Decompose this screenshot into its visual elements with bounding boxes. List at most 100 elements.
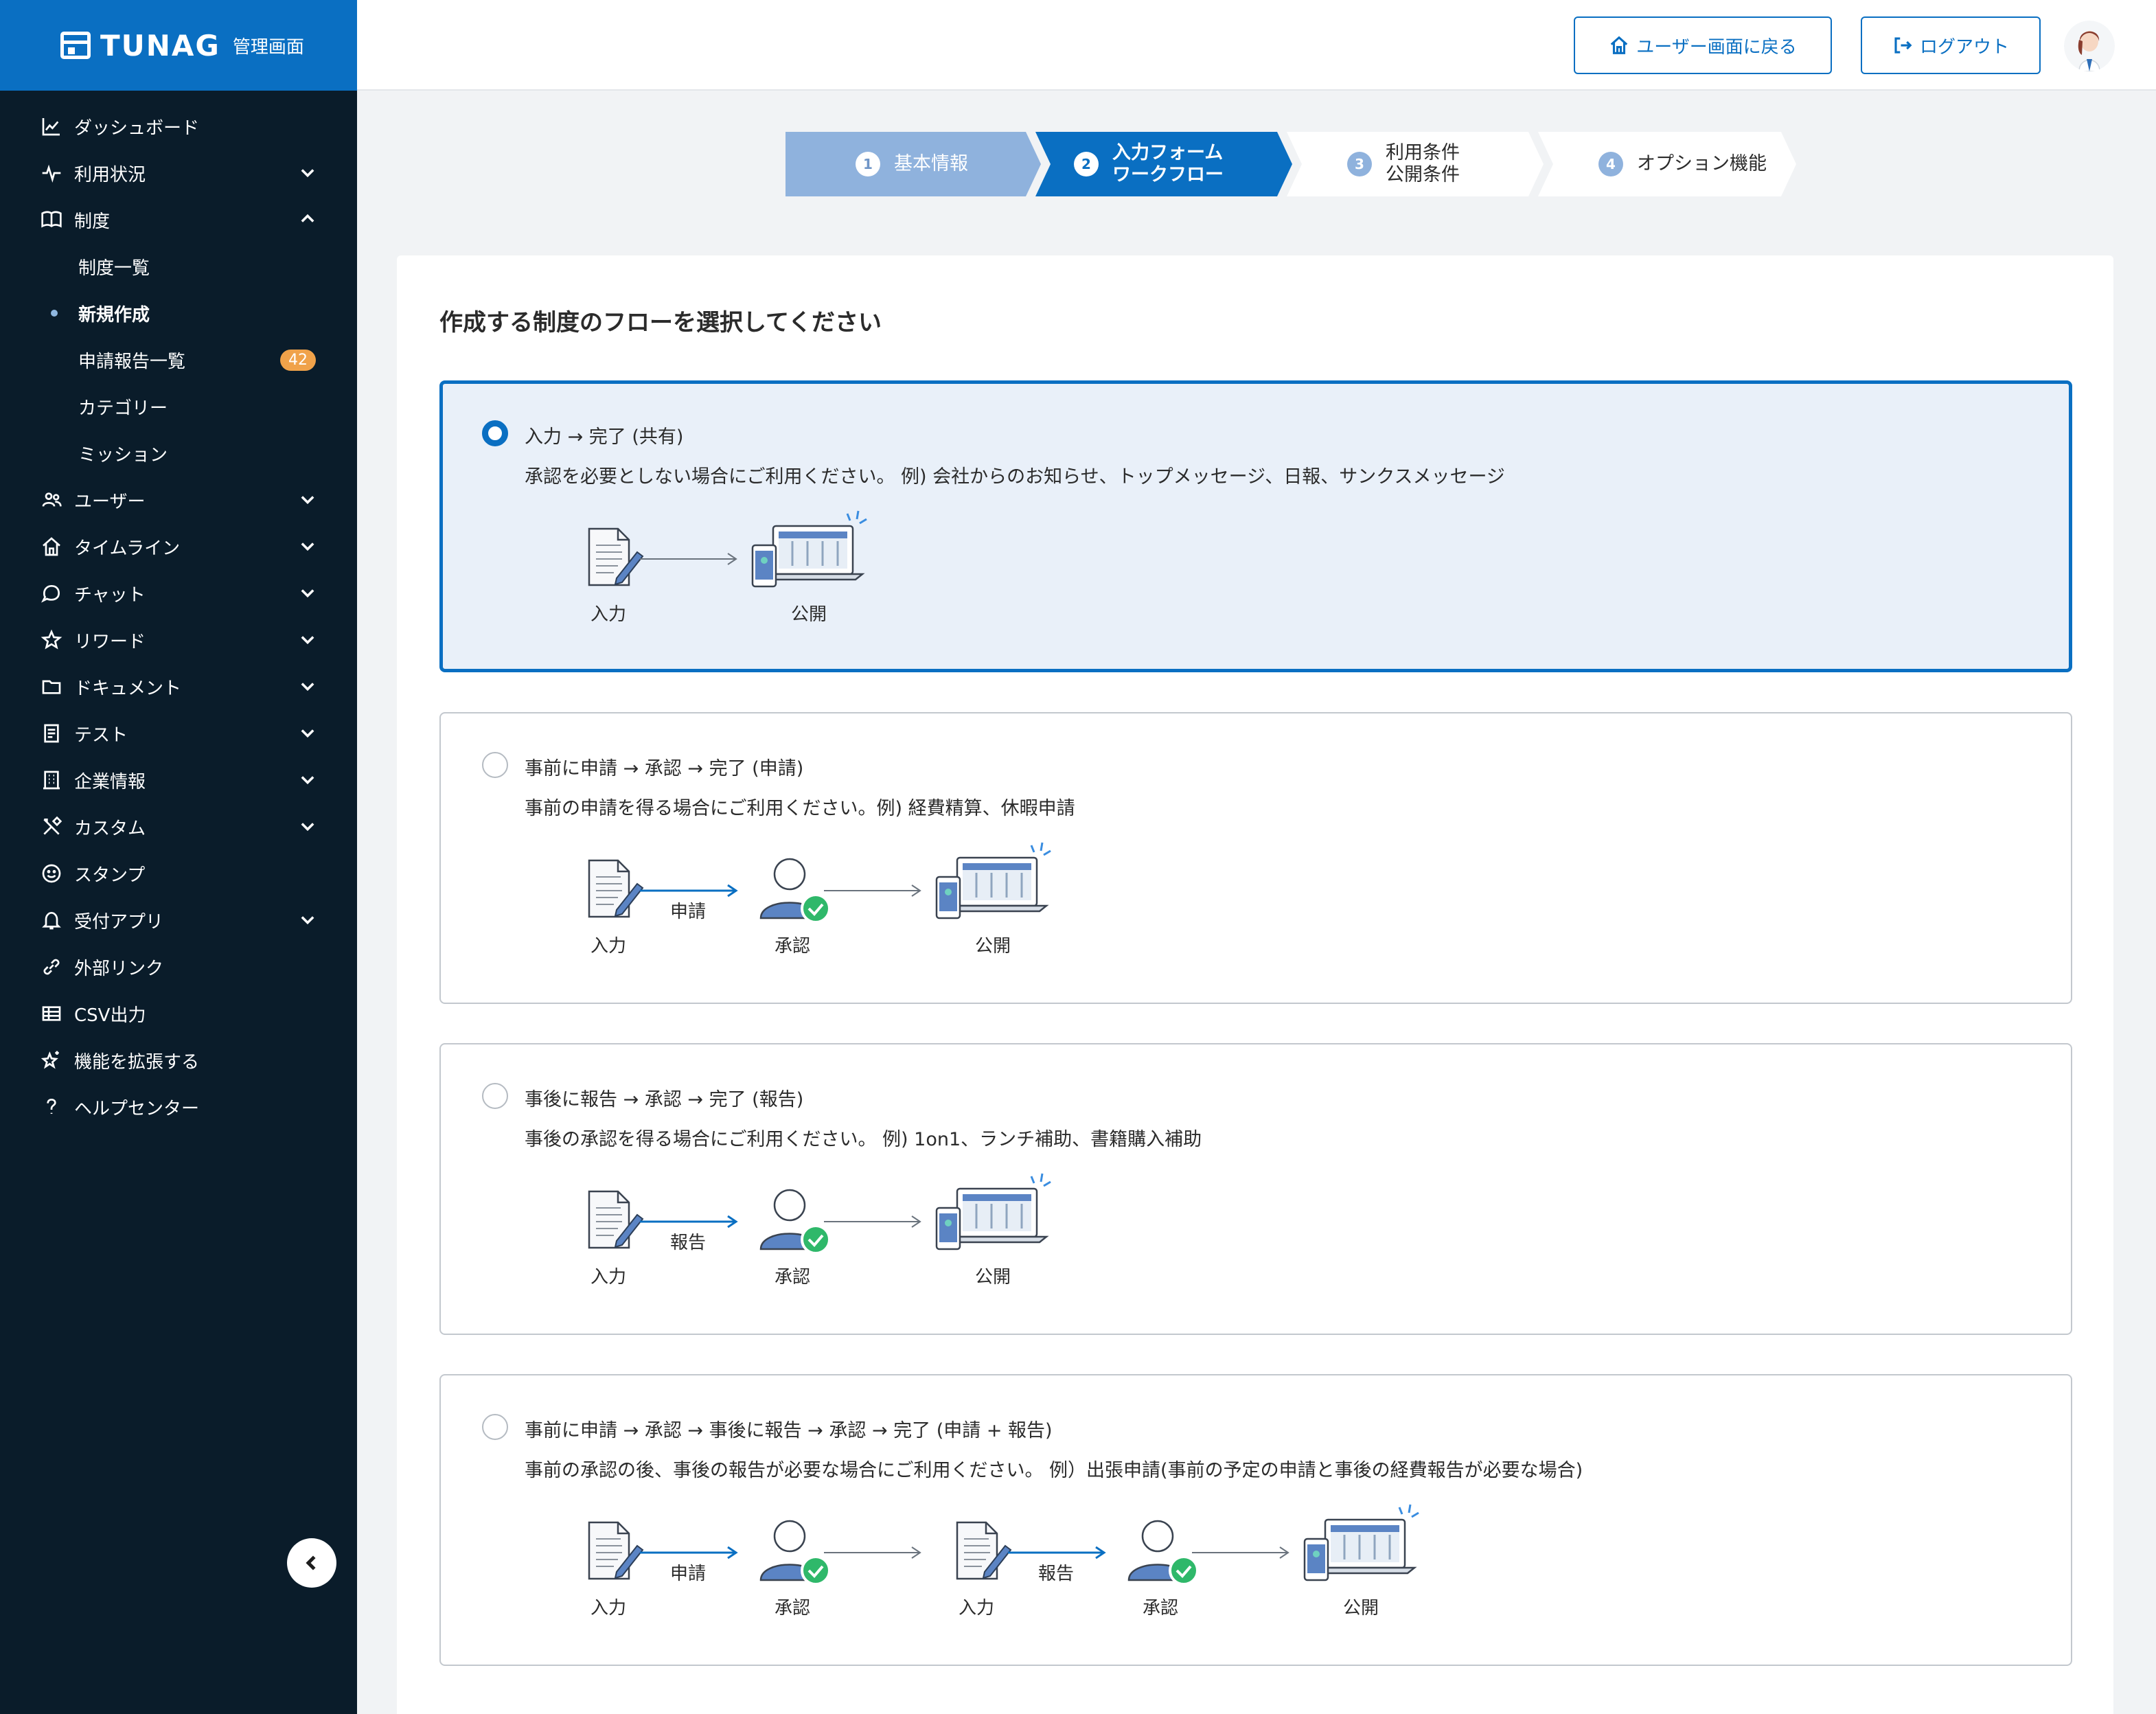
publish-devices-icon xyxy=(1303,1504,1419,1581)
flow-arrow xyxy=(640,553,737,565)
bell-icon xyxy=(40,909,63,932)
sidebar-item-label: テスト xyxy=(74,724,128,746)
link-icon xyxy=(40,955,63,979)
sidebar-item-4[interactable]: タイムライン xyxy=(0,523,357,570)
approver-check-icon xyxy=(1127,1520,1199,1586)
chevron-down-icon[interactable] xyxy=(298,723,319,744)
chevron-down-icon[interactable] xyxy=(298,490,319,510)
book-icon xyxy=(40,208,63,231)
tools-icon xyxy=(40,815,63,838)
brand-subtitle: 管理画面 xyxy=(232,36,304,58)
step-number: 2 xyxy=(1074,152,1099,176)
sidebar-item-label: タイムライン xyxy=(74,538,181,559)
checklist-icon xyxy=(40,722,63,745)
chevron-down-icon[interactable] xyxy=(298,583,319,604)
sidebar-subitem-2[interactable]: 申請報告一覧 42 xyxy=(0,336,357,383)
flow-arrow-blue xyxy=(1008,1546,1106,1559)
approver-check-icon xyxy=(759,858,831,924)
sidebar-item-2[interactable]: 制度 xyxy=(0,196,357,243)
document-edit-icon xyxy=(588,527,644,586)
sidebar-item-9[interactable]: 企業情報 xyxy=(0,757,357,803)
sidebar-item-7[interactable]: ドキュメント xyxy=(0,663,357,710)
step-number: 4 xyxy=(1598,152,1623,176)
chevron-down-icon[interactable] xyxy=(298,630,319,650)
publish-devices-icon xyxy=(935,1173,1051,1250)
sidebar-item-0[interactable]: ダッシュボード xyxy=(0,103,357,150)
flow-option-1[interactable]: 入力 → 完了 (共有) 承認を必要としない場合にご利用ください。 例) 会社から… xyxy=(439,380,2072,672)
sidebar-item-8[interactable]: テスト xyxy=(0,710,357,757)
sidebar-item-label: CSV出力 xyxy=(74,1005,146,1026)
step-number: 3 xyxy=(1347,152,1372,176)
sidebar-subitem-label: ミッション xyxy=(78,444,168,466)
sidebar: TUNAG 管理画面 ダッシュボード 利用状況制度 制度一覧新規作成申請報告一覧 42… xyxy=(0,0,357,1714)
step-label: 入力フォーム ワークフロー xyxy=(1112,141,1224,185)
sidebar-item-12[interactable]: 受付アプリ xyxy=(0,897,357,944)
home-icon xyxy=(40,535,63,558)
sidebar-item-label: カスタム xyxy=(74,818,146,839)
sidebar-nav: ダッシュボード 利用状況制度 制度一覧新規作成申請報告一覧 42 カテゴリーミッションユ… xyxy=(0,91,357,1130)
chevron-down-icon[interactable] xyxy=(298,676,319,697)
step-3: 3 利用条件 公開条件 xyxy=(1287,132,1544,196)
sidebar-item-11[interactable]: スタンプ xyxy=(0,850,357,897)
tunag-logo-icon xyxy=(60,32,91,59)
flow-step-label: 入力 xyxy=(590,1267,626,1288)
sidebar-item-5[interactable]: チャット xyxy=(0,570,357,617)
flow-step-label: 公開 xyxy=(974,1267,1011,1288)
chevron-down-icon[interactable] xyxy=(298,163,319,183)
document-edit-icon xyxy=(588,1190,644,1249)
back-to-user-screen-button[interactable]: ユーザー画面に戻る xyxy=(1574,16,1832,74)
flow-arrow xyxy=(824,1215,921,1228)
sidebar-item-6[interactable]: リワード xyxy=(0,617,357,663)
sidebar-subitem-label: カテゴリー xyxy=(78,398,168,419)
step-label: 利用条件 公開条件 xyxy=(1386,141,1460,185)
logout-button[interactable]: ログアウト xyxy=(1861,16,2041,74)
flow-arrow-blue xyxy=(640,1546,738,1559)
chevron-down-icon[interactable] xyxy=(298,770,319,790)
flow-step-label: 公開 xyxy=(1342,1598,1379,1619)
flow-arrow xyxy=(1192,1546,1289,1559)
flow-arrow-blue xyxy=(640,1215,738,1229)
approver-check-icon xyxy=(759,1189,831,1255)
sidebar-item-13[interactable]: 外部リンク xyxy=(0,944,357,990)
flow-diagram xyxy=(588,510,867,588)
sidebar-item-10[interactable]: カスタム xyxy=(0,803,357,850)
flow-step-label: 入力 xyxy=(590,1598,626,1619)
sidebar-subitem-label: 新規作成 xyxy=(78,304,150,325)
flow-step-label: 入力 xyxy=(590,604,626,625)
chevron-up-icon[interactable] xyxy=(298,209,319,230)
sidebar-collapse-button[interactable] xyxy=(287,1538,336,1588)
sidebar-item-14[interactable]: CSV出力 xyxy=(0,990,357,1037)
sidebar-item-3[interactable]: ユーザー xyxy=(0,477,357,523)
sidebar-item-1[interactable]: 利用状況 xyxy=(0,150,357,196)
flow-option-3[interactable]: 事後に報告 → 承認 → 完了 (報告) 事後の承認を得る場合にご利用ください。 … xyxy=(439,1043,2072,1335)
chevron-down-icon[interactable] xyxy=(298,816,319,837)
publish-devices-icon xyxy=(751,510,867,588)
flow-step-label: 承認 xyxy=(1142,1598,1178,1619)
document-edit-icon xyxy=(956,1521,1012,1580)
sidebar-subitem-1[interactable]: 新規作成 xyxy=(0,290,357,336)
smile-icon xyxy=(40,862,63,885)
sidebar-item-label: スタンプ xyxy=(74,865,146,886)
step-4: 4 オプション機能 xyxy=(1538,132,1796,196)
sidebar-subitem-3[interactable]: カテゴリー xyxy=(0,383,357,430)
sidebar-item-15[interactable]: 機能を拡張する xyxy=(0,1037,357,1084)
flow-arrow xyxy=(824,1546,921,1559)
flow-step-label: 承認 xyxy=(774,1267,810,1288)
chart-line-icon xyxy=(40,115,63,138)
chevron-left-icon xyxy=(306,1555,316,1570)
sidebar-subitem-4[interactable]: ミッション xyxy=(0,430,357,477)
chevron-down-icon[interactable] xyxy=(298,910,319,930)
flow-option-4[interactable]: 事前に申請 → 承認 → 事後に報告 → 承認 → 完了 (申請 + 報告) 事前… xyxy=(439,1374,2072,1666)
sidebar-item-label: ドキュメント xyxy=(74,678,182,699)
step-2: 2 入力フォーム ワークフロー xyxy=(1035,132,1292,196)
brand-logo[interactable]: TUNAG 管理画面 xyxy=(0,0,357,91)
step-1: 1 基本情報 xyxy=(785,132,1041,196)
avatar[interactable] xyxy=(2064,21,2115,71)
sidebar-subitem-0[interactable]: 制度一覧 xyxy=(0,243,357,290)
chevron-down-icon[interactable] xyxy=(298,536,319,557)
flow-diagram xyxy=(588,1173,1051,1255)
sidebar-item-16[interactable]: ヘルプセンター xyxy=(0,1084,357,1130)
sidebar-item-label: ダッシュボード xyxy=(74,117,200,139)
flow-option-2[interactable]: 事前に申請 → 承認 → 完了 (申請) 事前の申請を得る場合にご利用ください。例… xyxy=(439,712,2072,1004)
sidebar-item-label: 利用状況 xyxy=(74,164,146,185)
